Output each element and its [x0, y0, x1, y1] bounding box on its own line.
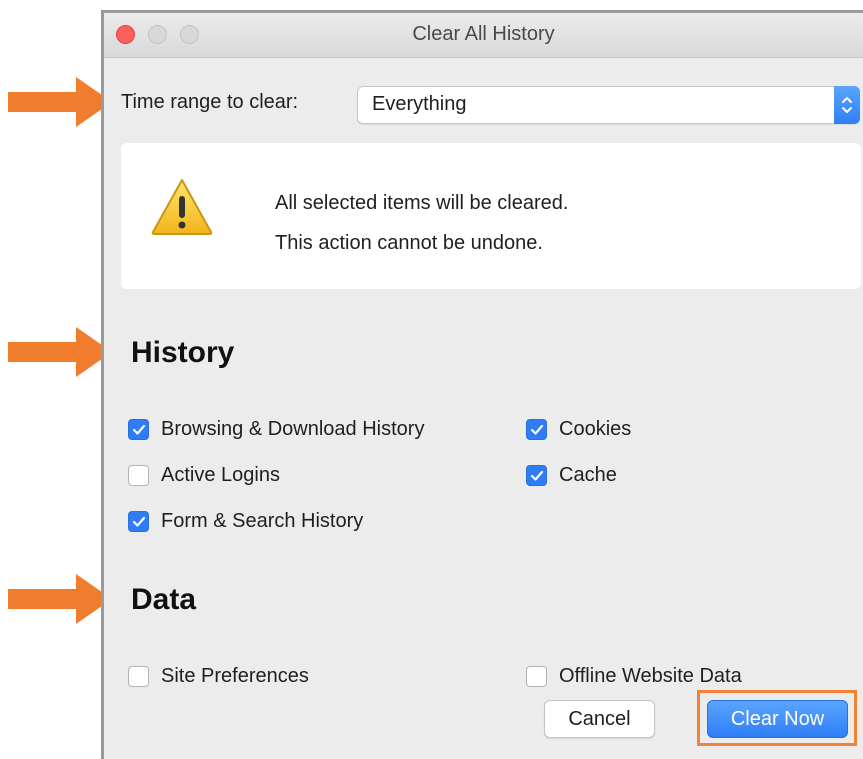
- checkbox-unchecked[interactable]: [526, 666, 547, 687]
- checkbox-label: Form & Search History: [161, 510, 364, 532]
- annotation-arrow-icon: [8, 574, 112, 624]
- checkbox-label: Offline Website Data: [559, 665, 742, 687]
- screenshot-stage: Clear All History Time range to clear: E…: [0, 0, 863, 759]
- time-range-label: Time range to clear:: [121, 91, 299, 113]
- clear-history-dialog: Clear All History Time range to clear: E…: [101, 10, 863, 759]
- checkmark-icon: [132, 424, 145, 435]
- checkbox-checked[interactable]: [526, 419, 547, 440]
- data-heading: Data: [131, 583, 197, 616]
- checkbox-checked[interactable]: [128, 511, 149, 532]
- checkbox-checked[interactable]: [526, 465, 547, 486]
- checkbox-label: Active Logins: [161, 464, 280, 486]
- checkbox-form-search-history[interactable]: Form & Search History: [128, 510, 363, 533]
- checkbox-site-preferences[interactable]: Site Preferences: [128, 665, 309, 688]
- checkmark-icon: [132, 516, 145, 527]
- checkbox-offline-website-data[interactable]: Offline Website Data: [526, 665, 742, 688]
- clear-now-button[interactable]: Clear Now: [707, 700, 848, 738]
- window-title: Clear All History: [412, 23, 555, 45]
- checkbox-label: Cookies: [559, 418, 632, 440]
- time-range-select[interactable]: Everything: [357, 86, 860, 124]
- checkbox-active-logins[interactable]: Active Logins: [128, 464, 280, 487]
- annotation-arrow-icon: [8, 77, 112, 127]
- checkbox-label: Cache: [559, 464, 617, 486]
- history-heading: History: [131, 336, 235, 369]
- checkbox-label: Site Preferences: [161, 665, 309, 687]
- checkbox-cookies[interactable]: Cookies: [526, 418, 631, 441]
- checkbox-label: Browsing & Download History: [161, 418, 425, 440]
- cancel-button[interactable]: Cancel: [544, 700, 655, 738]
- warning-line-2: This action cannot be undone.: [275, 232, 543, 254]
- checkmark-icon: [530, 424, 543, 435]
- checkbox-checked[interactable]: [128, 419, 149, 440]
- time-range-value: Everything: [372, 93, 467, 115]
- title-bar: Clear All History: [104, 13, 863, 58]
- warning-box: All selected items will be cleared. This…: [121, 143, 861, 289]
- checkbox-unchecked[interactable]: [128, 666, 149, 687]
- checkbox-unchecked[interactable]: [128, 465, 149, 486]
- warning-icon: [151, 179, 213, 235]
- warning-line-1: All selected items will be cleared.: [275, 192, 569, 214]
- checkbox-cache[interactable]: Cache: [526, 464, 617, 487]
- checkmark-icon: [530, 470, 543, 481]
- select-stepper[interactable]: [834, 86, 860, 124]
- annotation-arrow-icon: [8, 327, 112, 377]
- checkbox-browsing-download-history[interactable]: Browsing & Download History: [128, 418, 424, 441]
- updown-chevron-icon: [842, 97, 852, 113]
